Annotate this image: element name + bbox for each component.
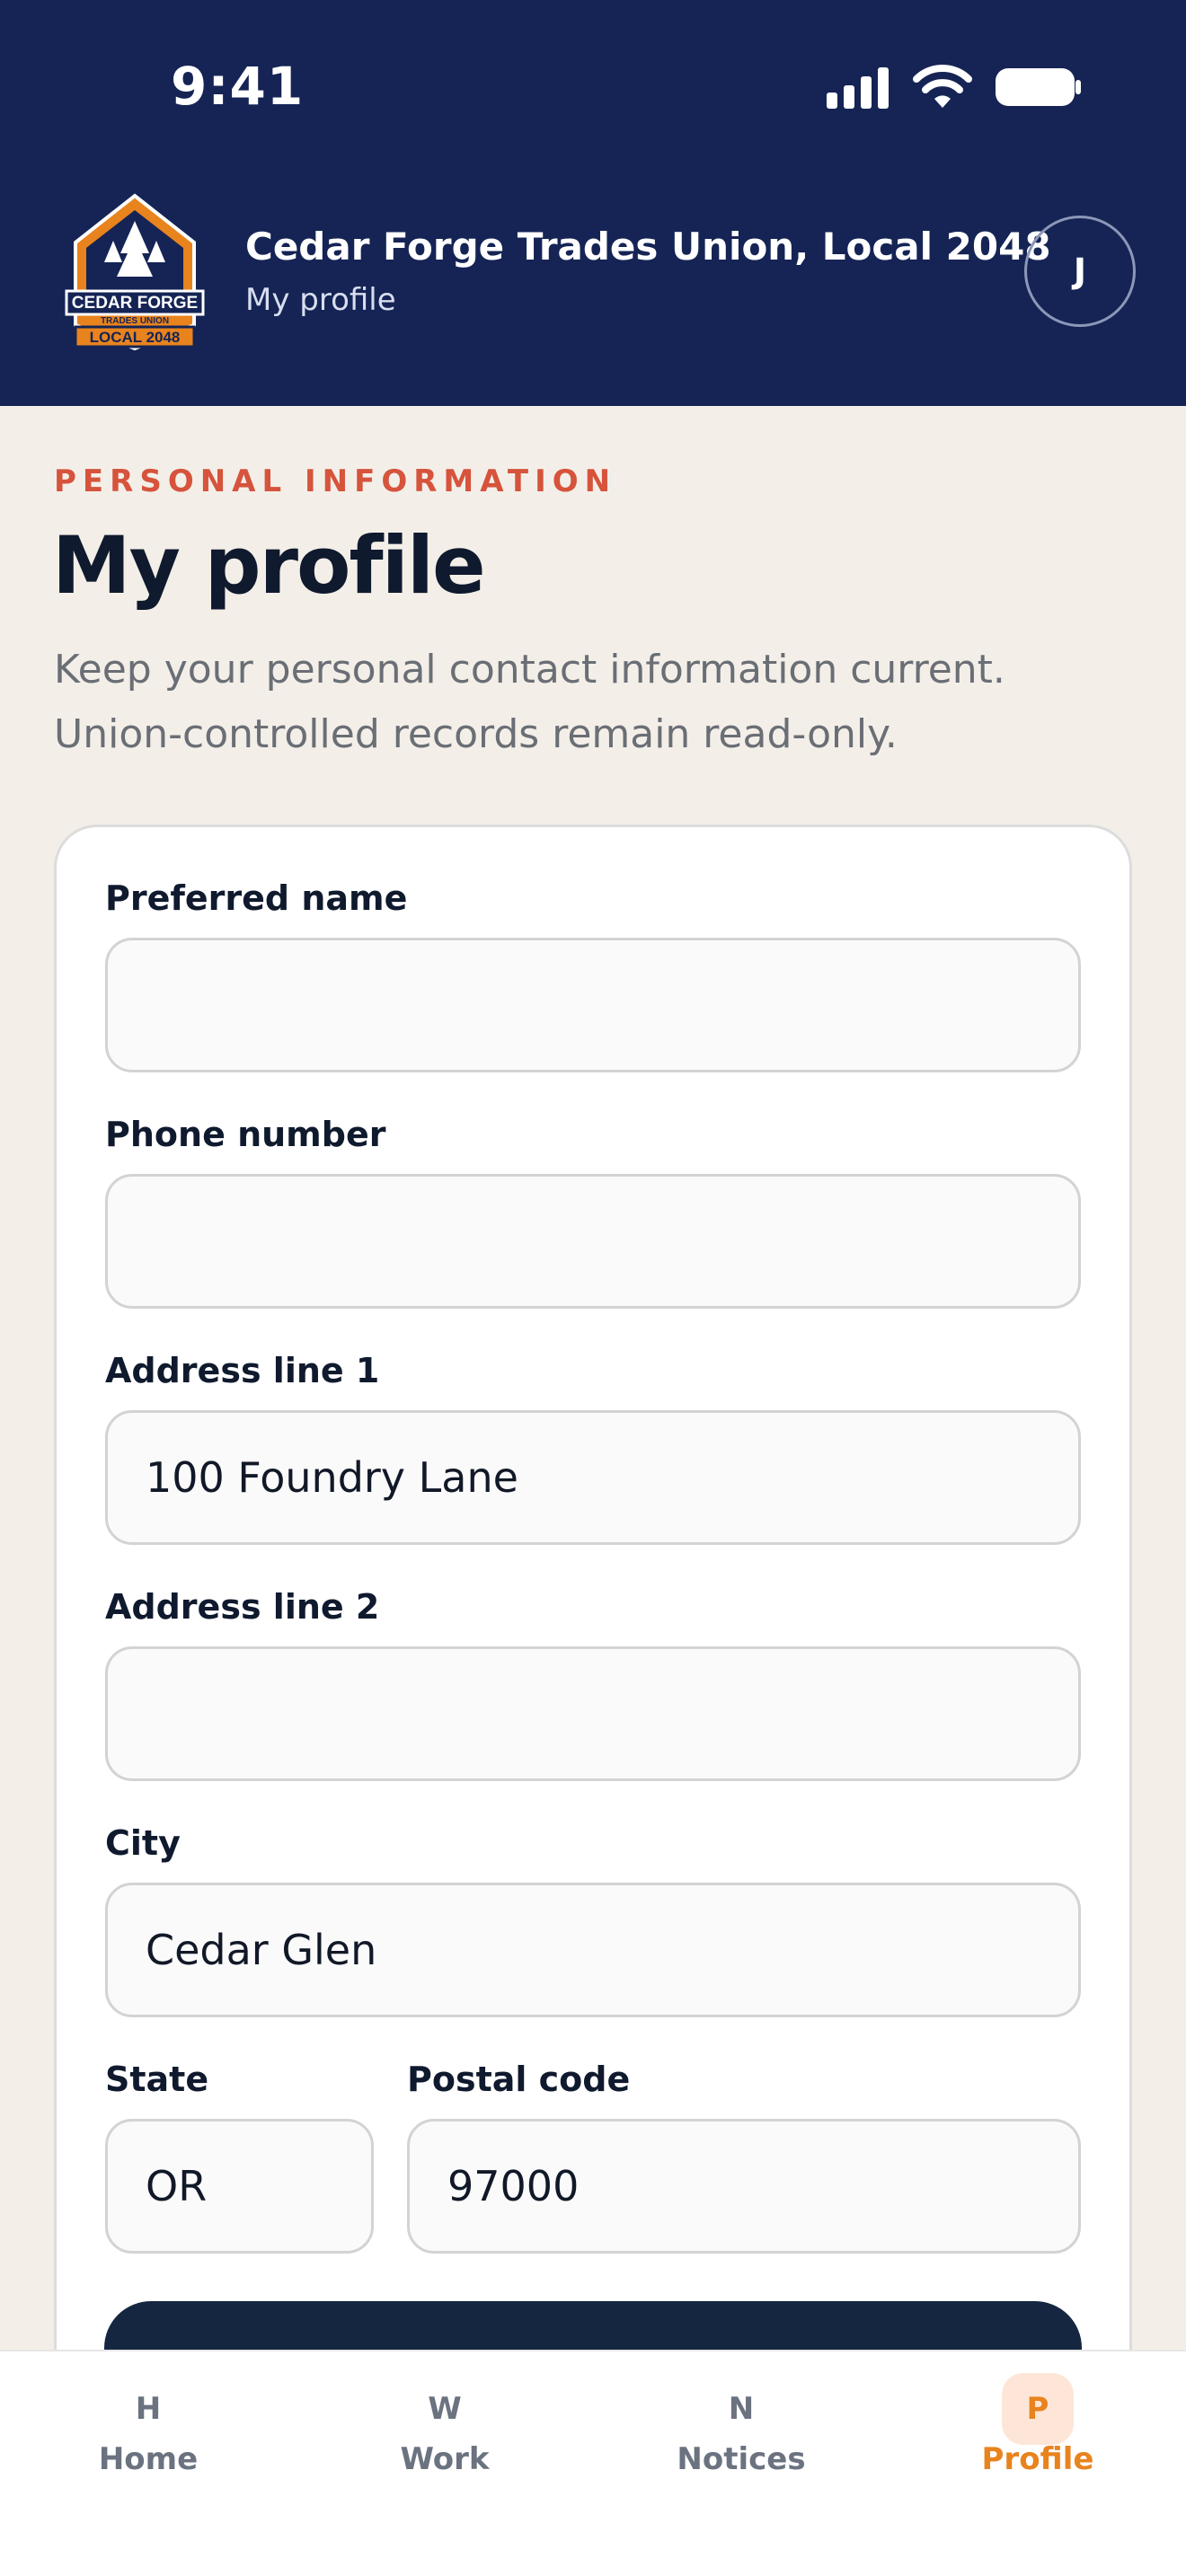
- app-header: 9:41 CEDAR FORGE TRADES UNION LOCAL 2048…: [0, 0, 1186, 406]
- cellular-signal-icon: [827, 66, 890, 109]
- address-line-2-label: Address line 2: [105, 1587, 380, 1627]
- state-label: State: [105, 2060, 209, 2099]
- svg-text:TRADES UNION: TRADES UNION: [101, 316, 169, 326]
- page-description: Keep your personal contact information c…: [54, 647, 1005, 757]
- phone-number-input[interactable]: [105, 1174, 1081, 1309]
- wifi-icon: [913, 65, 972, 110]
- status-bar-icons: [827, 65, 1082, 110]
- nav-label: Home: [98, 2441, 199, 2477]
- phone-number-label: Phone number: [105, 1115, 386, 1154]
- address-line-1-label: Address line 1: [105, 1351, 380, 1390]
- page-title: My profile: [52, 519, 486, 612]
- header-subtitle: My profile: [245, 282, 396, 318]
- status-bar-time: 9:41: [171, 56, 305, 117]
- union-logo: CEDAR FORGE TRADES UNION LOCAL 2048: [63, 190, 207, 352]
- bottom-navigation: H Home W Work N Notices P Profile: [0, 2350, 1186, 2576]
- state-input[interactable]: [105, 2119, 374, 2254]
- preferred-name-input[interactable]: [105, 938, 1081, 1072]
- work-icon: W: [428, 2391, 462, 2427]
- home-icon: H: [135, 2391, 162, 2427]
- nav-item-notices[interactable]: N Notices: [651, 2351, 831, 2531]
- nav-item-work[interactable]: W Work: [355, 2351, 535, 2531]
- union-name: Cedar Forge Trades Union, Local 2048: [245, 225, 1051, 269]
- notices-icon: N: [728, 2391, 755, 2427]
- preferred-name-label: Preferred name: [105, 878, 408, 918]
- profile-icon: P: [1002, 2373, 1074, 2445]
- address-line-1-input[interactable]: [105, 1410, 1081, 1545]
- svg-text:LOCAL 2048: LOCAL 2048: [90, 329, 181, 346]
- svg-text:CEDAR FORGE: CEDAR FORGE: [72, 294, 198, 313]
- city-input[interactable]: [105, 1883, 1081, 2017]
- battery-icon: [996, 66, 1082, 108]
- nav-label: Profile: [981, 2441, 1094, 2477]
- section-eyebrow: PERSONAL INFORMATION: [54, 463, 617, 499]
- nav-label: Notices: [677, 2441, 806, 2477]
- nav-item-home[interactable]: H Home: [58, 2351, 238, 2531]
- postal-code-input[interactable]: [407, 2119, 1081, 2254]
- city-label: City: [105, 1823, 181, 1863]
- nav-item-profile[interactable]: P Profile: [948, 2351, 1128, 2531]
- address-line-2-input[interactable]: [105, 1646, 1081, 1781]
- postal-code-label: Postal code: [407, 2060, 631, 2099]
- avatar-button[interactable]: J: [1024, 216, 1136, 327]
- nav-label: Work: [400, 2441, 490, 2477]
